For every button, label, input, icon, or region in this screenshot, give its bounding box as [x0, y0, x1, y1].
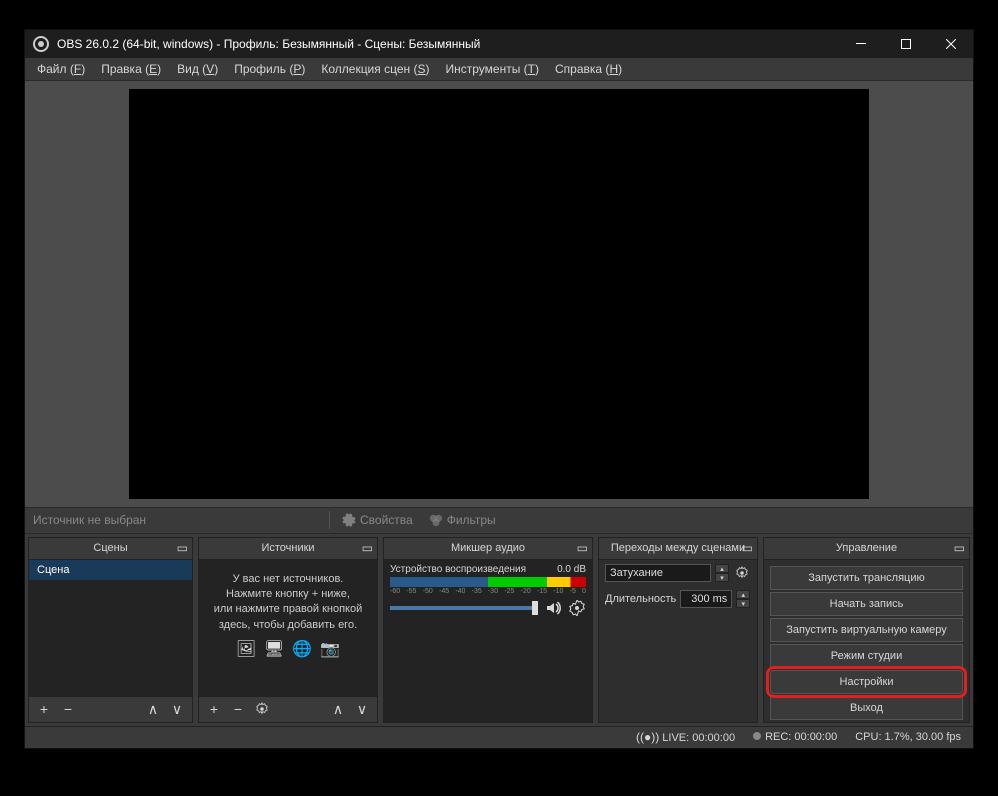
menu-view[interactable]: Вид (V) [169, 59, 226, 79]
start-virtual-cam-button[interactable]: Запустить виртуальную камеру [770, 618, 963, 642]
close-button[interactable] [928, 30, 973, 58]
add-scene-button[interactable]: + [33, 699, 55, 719]
remove-source-button[interactable]: − [227, 699, 249, 719]
popout-icon[interactable]: ▭ [954, 541, 965, 555]
minimize-button[interactable] [838, 30, 883, 58]
transitions-header: Переходы между сценами ▭ [599, 538, 757, 560]
controls-header: Управление ▭ [764, 538, 969, 560]
scenes-header: Сцены ▭ [29, 538, 192, 560]
mixer-header: Микшер аудио ▭ [384, 538, 592, 560]
sources-header: Источники ▭ [199, 538, 377, 560]
gear-icon [342, 513, 356, 527]
sources-empty-message: У вас нет источников. Нажмите кнопку + н… [199, 560, 377, 674]
record-dot-icon [753, 732, 761, 740]
mixer-settings-button[interactable] [568, 599, 586, 617]
menu-edit[interactable]: Правка (E) [93, 59, 169, 79]
menu-help[interactable]: Справка (H) [547, 59, 630, 79]
menu-tools[interactable]: Инструменты (T) [438, 59, 548, 79]
obs-logo-icon [33, 36, 49, 52]
settings-button[interactable]: Настройки [770, 670, 963, 694]
transition-spin[interactable]: ▴▾ [715, 564, 729, 582]
no-source-label: Источник не выбран [33, 513, 323, 527]
duration-spin[interactable]: ▴▾ [736, 590, 750, 608]
menu-file[interactable]: Файл (F) [29, 59, 93, 79]
globe-icon: 🌐 [291, 639, 313, 661]
record-status: REC: 00:00:00 [753, 731, 837, 743]
mixer-device-label: Устройство воспроизведения [390, 564, 526, 575]
scenes-panel: Сцены ▭ Сцена + − ∧ ∨ [28, 537, 193, 723]
audio-meter [390, 577, 586, 587]
speaker-icon[interactable] [544, 599, 562, 617]
duration-input[interactable]: 300 ms [680, 590, 732, 608]
cpu-status: CPU: 1.7%, 30.00 fps [855, 731, 961, 743]
popout-icon[interactable]: ▭ [742, 541, 753, 555]
scene-up-button[interactable]: ∧ [142, 699, 164, 719]
source-down-button[interactable]: ∨ [351, 699, 373, 719]
start-recording-button[interactable]: Начать запись [770, 592, 963, 616]
audio-mixer-panel: Микшер аудио ▭ Устройство воспроизведени… [383, 537, 593, 723]
exit-button[interactable]: Выход [770, 696, 963, 720]
filters-button[interactable]: Фильтры [423, 511, 502, 529]
scene-down-button[interactable]: ∨ [166, 699, 188, 719]
mixer-db-value: 0.0 dB [557, 564, 586, 575]
filters-icon [429, 513, 443, 527]
docks: Сцены ▭ Сцена + − ∧ ∨ Источники ▭ У вас … [25, 534, 973, 726]
transitions-panel: Переходы между сценами ▭ Затухание ▴▾ Дл… [598, 537, 758, 723]
menu-scene-collection[interactable]: Коллекция сцен (S) [313, 59, 437, 79]
stream-status: ((●))LIVE: 00:00:00 [636, 730, 735, 744]
scene-item[interactable]: Сцена [29, 560, 192, 580]
mixer-track: Устройство воспроизведения 0.0 dB -60-55… [384, 560, 592, 621]
preview-area [25, 81, 973, 507]
transition-select[interactable]: Затухание [605, 564, 711, 582]
controls-panel: Управление ▭ Запустить трансляцию Начать… [763, 537, 970, 723]
add-source-button[interactable]: + [203, 699, 225, 719]
titlebar: OBS 26.0.2 (64-bit, windows) - Профиль: … [25, 30, 973, 58]
studio-mode-button[interactable]: Режим студии [770, 644, 963, 668]
gear-icon [255, 702, 269, 716]
duration-label: Длительность [605, 593, 676, 605]
scenes-list[interactable]: Сцена [29, 560, 192, 696]
transition-settings-button[interactable] [733, 564, 751, 582]
menubar: Файл (F) Правка (E) Вид (V) Профиль (P) … [25, 58, 973, 81]
maximize-button[interactable] [883, 30, 928, 58]
volume-slider[interactable] [390, 606, 538, 610]
app-window: OBS 26.0.2 (64-bit, windows) - Профиль: … [24, 29, 974, 749]
popout-icon[interactable]: ▭ [362, 541, 373, 555]
display-icon: 🖥 [263, 639, 285, 661]
preview-canvas[interactable] [129, 89, 869, 499]
remove-scene-button[interactable]: − [57, 699, 79, 719]
popout-icon[interactable]: ▭ [177, 541, 188, 555]
start-streaming-button[interactable]: Запустить трансляцию [770, 566, 963, 590]
properties-button[interactable]: Свойства [336, 511, 419, 529]
statusbar: ((●))LIVE: 00:00:00 REC: 00:00:00 CPU: 1… [25, 726, 973, 748]
source-toolbar: Источник не выбран Свойства Фильтры [25, 507, 973, 533]
source-properties-button[interactable] [251, 699, 273, 719]
broadcast-icon: ((●)) [636, 730, 659, 744]
mixer-scale: -60-55-50-45-40-35-30-25-20-15-10-50 [390, 588, 586, 595]
camera-icon: 📷 [319, 639, 341, 661]
source-up-button[interactable]: ∧ [327, 699, 349, 719]
window-title: OBS 26.0.2 (64-bit, windows) - Профиль: … [57, 37, 838, 51]
popout-icon[interactable]: ▭ [577, 541, 588, 555]
sources-panel: Источники ▭ У вас нет источников. Нажмит… [198, 537, 378, 723]
image-icon: 🖼 [235, 639, 257, 661]
menu-profile[interactable]: Профиль (P) [226, 59, 313, 79]
sources-list[interactable]: У вас нет источников. Нажмите кнопку + н… [199, 560, 377, 696]
